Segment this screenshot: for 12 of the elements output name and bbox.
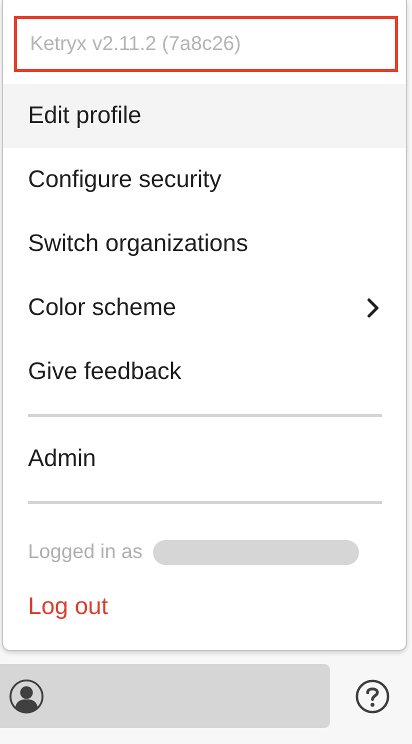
version-label: Ketryx v2.11.2 (7a8c26) xyxy=(14,16,398,72)
menu-item[interactable]: Switch organizations xyxy=(3,212,406,276)
user-icon xyxy=(9,678,44,714)
logged-in-text: Logged in as xyxy=(28,541,143,564)
menu-item[interactable]: Edit profile xyxy=(3,84,406,148)
user-button[interactable] xyxy=(0,664,330,728)
log-out-link[interactable]: Log out xyxy=(3,593,108,621)
menu-item[interactable]: Color scheme xyxy=(3,276,406,340)
menu-item[interactable]: Admin xyxy=(3,427,406,491)
menu-item[interactable]: Configure security xyxy=(3,148,406,212)
menu-item[interactable]: Give feedback xyxy=(3,340,406,404)
help-icon[interactable] xyxy=(355,678,390,714)
